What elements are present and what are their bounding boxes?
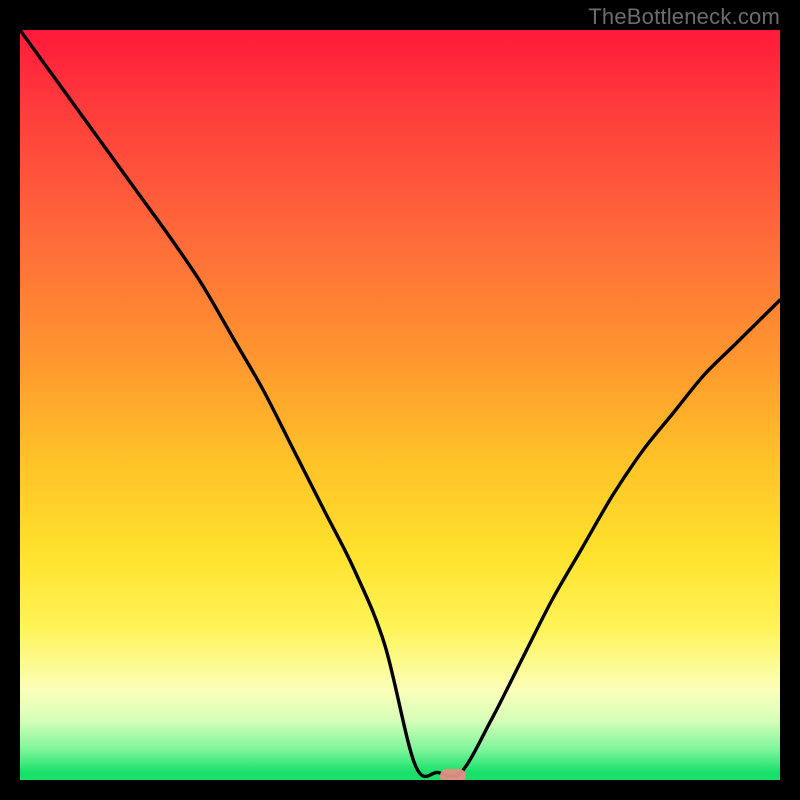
curve-path	[20, 30, 780, 777]
watermark-text: TheBottleneck.com	[588, 4, 780, 30]
chart-frame: TheBottleneck.com	[0, 0, 800, 800]
plot-area	[20, 30, 780, 780]
minimum-marker	[440, 769, 466, 780]
bottleneck-curve	[20, 30, 780, 780]
